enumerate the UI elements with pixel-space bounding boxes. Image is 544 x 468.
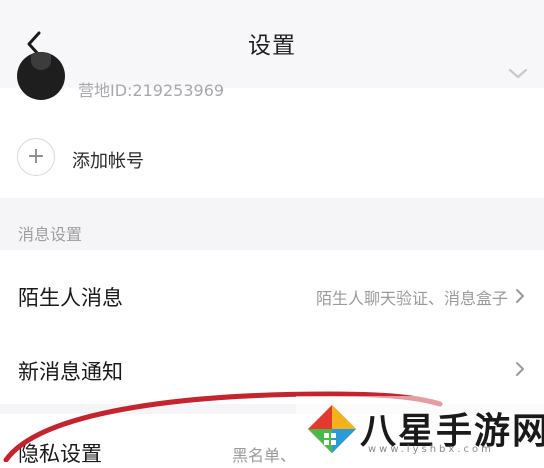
row-label: 陌生人消息	[18, 286, 123, 310]
section-label-message-settings: 消息设置	[18, 225, 83, 244]
watermark-url: www.lyshbx.com	[368, 444, 494, 455]
row-value: 陌生人聊天验证、消息盒子	[315, 289, 508, 308]
new-message-notification-row[interactable]: 新消息通知	[0, 332, 544, 404]
camp-id-text: 营地ID:219253969	[78, 81, 225, 100]
add-account-label: 添加帐号	[72, 151, 144, 172]
row-label: 新消息通知	[18, 360, 123, 384]
row-value: 黑名单、	[232, 446, 297, 465]
chevron-right-icon	[516, 289, 524, 303]
watermark: 八星手游网 www.lyshbx.com	[296, 396, 544, 462]
top-bar: 设置	[0, 0, 544, 88]
chevron-right-icon	[516, 362, 524, 376]
page-title: 设置	[248, 33, 296, 59]
stranger-messages-row[interactable]: 陌生人消息 陌生人聊天验证、消息盒子	[0, 260, 544, 332]
row-label: 隐私设置	[18, 442, 102, 466]
watermark-logo-icon	[308, 405, 356, 453]
plus-icon: +	[17, 138, 55, 176]
add-account-row[interactable]: + 添加帐号	[0, 128, 544, 188]
chevron-down-icon[interactable]	[506, 64, 530, 84]
avatar[interactable]	[17, 52, 65, 100]
